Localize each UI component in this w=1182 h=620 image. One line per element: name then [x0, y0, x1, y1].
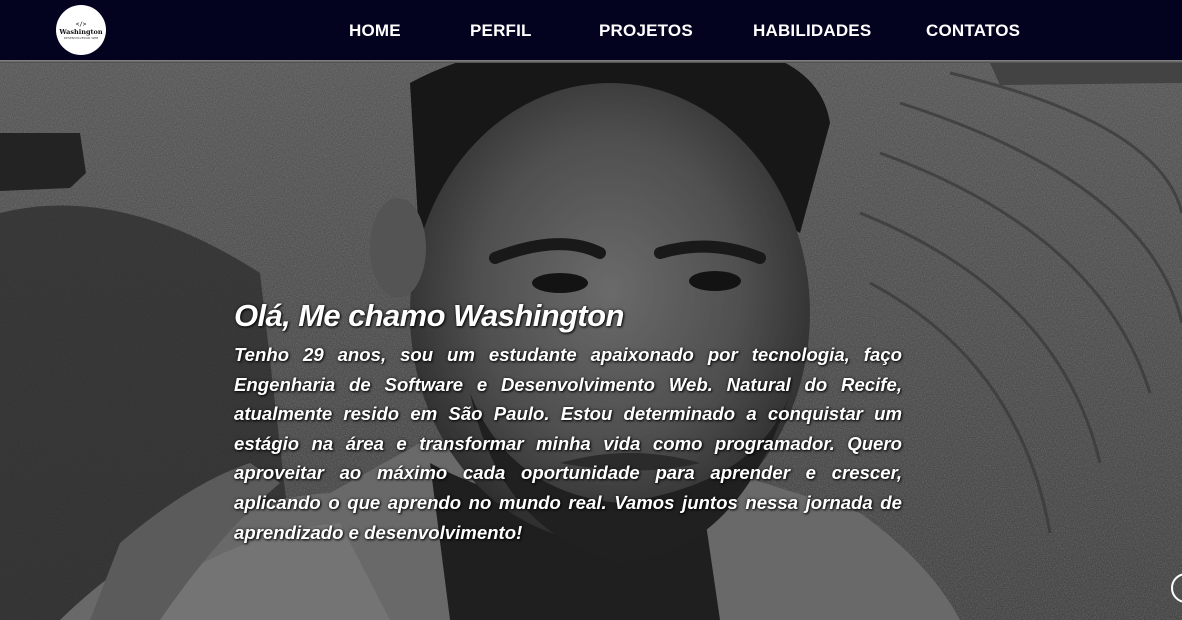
- nav-perfil-link[interactable]: PERFIL: [470, 0, 532, 60]
- nav-projetos-link[interactable]: PROJETOS: [599, 0, 693, 60]
- hero-description: Tenho 29 anos, sou um estudante apaixona…: [234, 344, 902, 543]
- hero-section: Olá, Me chamo Washington Tenho 29 anos, …: [0, 63, 1182, 620]
- nav-contatos-link[interactable]: CONTATOS: [926, 0, 1020, 60]
- hero-title: Olá, Me chamo Washington: [234, 298, 624, 333]
- main-nav: HOME PERFIL PROJETOS HABILIDADES CONTATO…: [0, 0, 1182, 60]
- nav-habilidades-link[interactable]: HABILIDADES: [753, 0, 871, 60]
- top-navbar: </> Washington DESENVOLVEDOR WEB HOME PE…: [0, 0, 1182, 63]
- intro-block: Olá, Me chamo Washington Tenho 29 anos, …: [234, 296, 902, 547]
- nav-home-link[interactable]: HOME: [349, 0, 401, 60]
